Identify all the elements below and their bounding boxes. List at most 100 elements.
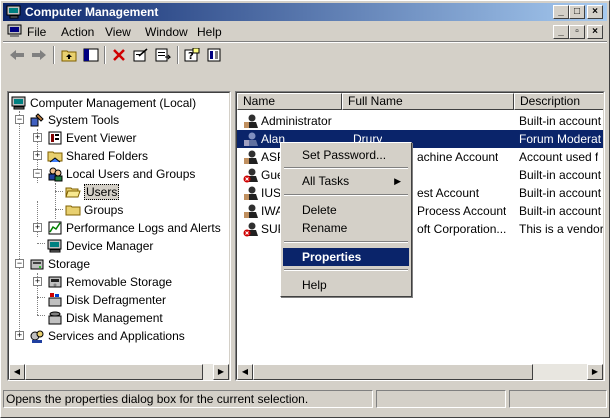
scroll-left-button[interactable]: ◀ <box>237 364 253 380</box>
tree-item-root[interactable]: Computer Management (Local) <box>11 94 196 111</box>
tree-item-local-users-groups[interactable]: Local Users and Groups <box>47 165 195 182</box>
collapse-storage[interactable]: − <box>15 259 24 268</box>
disabled-user-icon <box>243 222 258 237</box>
services-icon <box>30 330 44 343</box>
user-icon <box>244 150 258 164</box>
column-header-full-name[interactable]: Full Name <box>342 93 514 110</box>
disabled-user-icon <box>243 168 258 183</box>
menu-action[interactable]: Action <box>61 25 94 39</box>
menu-help[interactable]: Help <box>197 25 222 39</box>
shared-folder-icon <box>47 151 63 162</box>
child-minimize-button[interactable]: _ <box>553 25 569 39</box>
tree-item-performance-logs[interactable]: Performance Logs and Alerts <box>47 219 221 236</box>
column-header-description[interactable]: Description <box>514 93 603 110</box>
menu-separator <box>284 269 408 271</box>
forward-icon[interactable] <box>29 46 49 64</box>
scroll-thumb[interactable] <box>253 364 533 380</box>
collapse-local-users[interactable]: − <box>33 169 42 178</box>
up-folder-icon[interactable] <box>59 46 79 64</box>
removable-storage-icon <box>48 276 62 287</box>
expand-performance-logs[interactable]: + <box>33 223 42 232</box>
menu-bar: File Action View Window Help _ ▫ × <box>3 22 607 41</box>
maximize-button[interactable]: □ <box>569 5 585 19</box>
toolbar-separator <box>177 46 179 64</box>
tree-item-device-manager[interactable]: Device Manager <box>47 237 153 254</box>
menu-item-label: All Tasks <box>302 174 350 188</box>
tools-icon <box>30 112 44 126</box>
menu-separator <box>284 167 408 169</box>
disk-management-icon <box>48 311 62 324</box>
child-restore-button[interactable]: ▫ <box>569 25 585 39</box>
tree-horizontal-scrollbar[interactable]: ◀ ▶ <box>9 364 229 380</box>
computer-management-window: Computer Management _ □ × File Action Vi… <box>0 0 610 418</box>
context-menu: Set Password... All Tasks ▶ Delete Renam… <box>280 142 412 297</box>
status-bar-text: Opens the properties dialog box for the … <box>3 390 373 408</box>
menu-separator <box>284 194 408 196</box>
column-header-name[interactable]: Name <box>237 93 342 110</box>
back-icon[interactable] <box>7 46 27 64</box>
minimize-button[interactable]: _ <box>553 5 569 19</box>
delete-icon[interactable] <box>109 46 129 64</box>
properties-icon[interactable] <box>131 46 151 64</box>
menu-view[interactable]: View <box>105 25 131 39</box>
menu-item-rename[interactable]: Rename <box>283 219 409 237</box>
toolbar-separator <box>53 46 55 64</box>
user-icon <box>244 186 258 200</box>
user-icon <box>244 114 258 128</box>
list-row-administrator[interactable]: Administrator Built-in account <box>237 112 603 130</box>
status-bar-panel <box>376 390 506 408</box>
tree-item-users[interactable]: Users <box>65 183 120 200</box>
menu-separator <box>284 241 408 243</box>
storage-icon <box>30 259 44 269</box>
show-hide-tree-icon[interactable] <box>81 46 101 64</box>
submenu-arrow-icon: ▶ <box>394 176 401 186</box>
user-icon <box>244 132 258 146</box>
scroll-right-button[interactable]: ▶ <box>213 364 229 380</box>
list-horizontal-scrollbar[interactable]: ◀ ▶ <box>237 364 603 380</box>
menu-file[interactable]: File <box>27 25 46 39</box>
console-icon[interactable] <box>7 24 23 41</box>
tree-item-groups[interactable]: Groups <box>65 201 123 218</box>
device-manager-icon <box>47 239 62 252</box>
export-list-icon[interactable] <box>153 46 173 64</box>
tree-item-disk-defragmenter[interactable]: Disk Defragmenter <box>47 291 166 308</box>
tree-item-disk-management[interactable]: Disk Management <box>47 309 163 326</box>
tree-item-event-viewer[interactable]: Event Viewer <box>47 129 136 146</box>
toolbar: ? <box>3 43 607 67</box>
action-pane-icon[interactable] <box>204 46 224 64</box>
menu-item-delete[interactable]: Delete <box>283 201 409 219</box>
performance-logs-icon <box>48 221 62 234</box>
window-title: Computer Management <box>25 5 159 19</box>
child-close-button[interactable]: × <box>587 25 603 39</box>
tree-item-removable-storage[interactable]: Removable Storage <box>47 273 172 290</box>
expand-shared-folders[interactable]: + <box>33 151 42 160</box>
menu-window[interactable]: Window <box>145 25 188 39</box>
scroll-left-button[interactable]: ◀ <box>9 364 25 380</box>
scroll-thumb[interactable] <box>25 364 203 380</box>
tree-label: Computer Management (Local) <box>30 95 197 110</box>
title-bar[interactable]: Computer Management _ □ × <box>3 3 607 21</box>
tree-pane: Computer Management (Local) − System Too… <box>7 91 231 381</box>
user-icon <box>244 204 258 218</box>
help-icon[interactable]: ? <box>182 46 202 64</box>
menu-item-set-password[interactable]: Set Password... <box>283 146 409 164</box>
menu-item-help[interactable]: Help <box>283 276 409 294</box>
folder-icon <box>65 205 81 215</box>
close-button[interactable]: × <box>587 5 603 19</box>
tree-item-system-tools[interactable]: System Tools <box>29 111 119 128</box>
tree-item-services-applications[interactable]: Services and Applications <box>29 327 185 344</box>
expand-event-viewer[interactable]: + <box>33 133 42 142</box>
collapse-system-tools[interactable]: − <box>15 115 24 124</box>
expand-services-applications[interactable]: + <box>15 331 24 340</box>
menu-item-all-tasks[interactable]: All Tasks ▶ <box>283 172 409 190</box>
computer-management-icon <box>6 4 22 23</box>
tree-item-shared-folders[interactable]: Shared Folders <box>47 147 148 164</box>
open-folder-icon <box>65 187 81 197</box>
tree-item-storage[interactable]: Storage <box>29 255 90 272</box>
defragmenter-icon <box>48 292 62 306</box>
event-viewer-icon <box>48 131 62 144</box>
menu-item-properties[interactable]: Properties <box>283 248 409 266</box>
expand-removable-storage[interactable]: + <box>33 277 42 286</box>
scroll-right-button[interactable]: ▶ <box>587 364 603 380</box>
status-bar-panel <box>509 390 607 408</box>
